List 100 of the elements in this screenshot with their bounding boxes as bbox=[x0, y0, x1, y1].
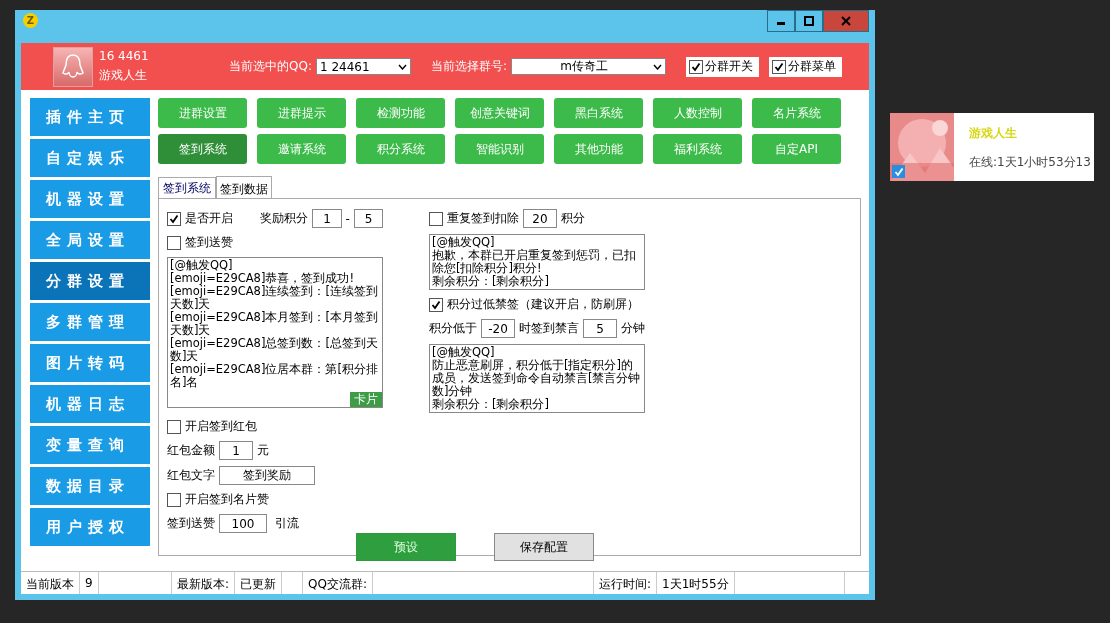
likes-label: 签到送赞 bbox=[167, 515, 215, 532]
option-label: 是否开启 bbox=[185, 210, 233, 227]
message-line: 剩余积分：[剩余积分] bbox=[432, 275, 550, 288]
module-button[interactable]: 名片系统 bbox=[752, 98, 841, 128]
message-line: [@触发QQ] bbox=[432, 346, 496, 359]
avatar-icon bbox=[53, 46, 93, 87]
message-line: [emoji=E29CA8]本月签到：[本月签到天数]天 bbox=[170, 311, 379, 337]
module-button[interactable]: 邀请系统 bbox=[257, 134, 346, 164]
input-field[interactable]: 1 bbox=[312, 209, 342, 228]
option-label: 开启签到名片赞 bbox=[185, 491, 269, 508]
reward-label: 奖励积分 bbox=[260, 210, 309, 227]
module-button[interactable]: 自定API bbox=[752, 134, 841, 164]
option-label: 开启签到红包 bbox=[185, 418, 257, 435]
option-label: 积分过低禁签（建议开启，防刷屏） bbox=[447, 296, 639, 313]
tab[interactable]: 签到系统 bbox=[158, 177, 216, 199]
module-button[interactable]: 其他功能 bbox=[554, 134, 643, 164]
option-label: 重复签到扣除 bbox=[447, 210, 519, 227]
checkbox[interactable] bbox=[429, 211, 443, 226]
close-icon bbox=[841, 16, 851, 26]
checkbox[interactable] bbox=[772, 59, 786, 74]
checkbox[interactable] bbox=[429, 297, 443, 312]
message-field[interactable]: [@触发QQ] [emoji=E29CA8]恭喜，签到成功! [emoji=E29CA8]连续签到：[连续签到天数]天 [emoji=E29CA8]本月签到：[本月签到天数]天 [emoji=E29CA8]总签到数：[总签到天数]天 [emoji=E29CA8]位居本群：第[积分排名]名 卡片 bbox=[167, 257, 383, 408]
unit-label: 分钟 bbox=[621, 320, 645, 337]
sidebar-item[interactable]: 全局设置 bbox=[30, 221, 150, 259]
input-field[interactable]: 20 bbox=[523, 209, 557, 228]
module-button[interactable]: 进群提示 bbox=[257, 98, 346, 128]
module-button[interactable]: 签到系统 bbox=[158, 134, 247, 164]
message-line: 抱歉，本群已开启重复签到惩罚，已扣除您[扣除积分]积分! bbox=[432, 249, 637, 275]
low-label: 积分低于 bbox=[429, 320, 477, 337]
tab[interactable]: 签到数据 bbox=[216, 176, 272, 199]
sidebar-item[interactable]: 数据目录 bbox=[30, 467, 150, 505]
status-label: 运行时间: bbox=[594, 572, 658, 594]
input-field[interactable]: 1 bbox=[219, 441, 253, 460]
text-label: 红包文字 bbox=[167, 467, 215, 484]
module-button[interactable]: 检测功能 bbox=[356, 98, 445, 128]
status-label: QQ交流群: bbox=[303, 572, 373, 594]
message-line: [@触发QQ] bbox=[432, 236, 496, 249]
sidebar-item[interactable]: 图片转码 bbox=[30, 344, 150, 382]
checkbox[interactable] bbox=[689, 59, 703, 74]
checkbox[interactable] bbox=[167, 419, 181, 434]
status-label: 最新版本: bbox=[172, 572, 236, 594]
status-value: 已更新 bbox=[235, 572, 283, 594]
message-field[interactable]: [@触发QQ] 抱歉，本群已开启重复签到惩罚，已扣除您[扣除积分]积分! 剩余积分：[剩余积分] bbox=[429, 234, 645, 290]
checkbox[interactable] bbox=[892, 165, 905, 178]
mute-label: 时签到禁言 bbox=[519, 320, 579, 337]
sidebar-item[interactable]: 多群管理 bbox=[30, 303, 150, 341]
module-button[interactable]: 进群设置 bbox=[158, 98, 247, 128]
module-button[interactable]: 人数控制 bbox=[653, 98, 742, 128]
input-field[interactable]: 5 bbox=[583, 319, 617, 338]
checkbox[interactable] bbox=[167, 235, 181, 250]
app-logo-icon: Z bbox=[23, 13, 38, 28]
toggle-label: 分群开关 bbox=[705, 58, 753, 75]
message-line: 剩余积分：[剩余积分] bbox=[432, 398, 550, 411]
minimize-button[interactable] bbox=[767, 10, 795, 32]
unit-label: 积分 bbox=[561, 210, 585, 227]
online-status: 在线:1天1小时53分13 bbox=[969, 154, 1091, 171]
message-field[interactable]: [@触发QQ] 防止恶意刷屏，积分低于[指定积分]的成员，发送签到命令自动禁言[禁言分钟数]分钟 剩余积分：[剩余积分] bbox=[429, 344, 645, 413]
save-button[interactable]: 保存配置 bbox=[493, 533, 594, 561]
maximize-button[interactable] bbox=[795, 10, 823, 32]
module-button[interactable]: 积分系统 bbox=[356, 134, 445, 164]
group-label: 当前选择群号: bbox=[430, 58, 507, 75]
message-line: [emoji=E29CA8]位居本群：第[积分排名]名 bbox=[170, 363, 379, 389]
dash: - bbox=[345, 211, 350, 226]
preset-button[interactable]: 预设 bbox=[355, 533, 456, 561]
message-line: 防止恶意刷屏，积分低于[指定积分]的成员，发送签到命令自动禁言[禁言分钟数]分钟 bbox=[432, 359, 642, 398]
input-field[interactable]: 签到奖励 bbox=[219, 466, 315, 485]
unit-label: 元 bbox=[257, 442, 269, 459]
sidebar-item[interactable]: 分群设置 bbox=[30, 262, 150, 300]
message-line: [emoji=E29CA8]恭喜，签到成功! bbox=[170, 272, 355, 285]
close-button[interactable] bbox=[823, 10, 869, 32]
qq-dropdown[interactable]: 1 24461 bbox=[315, 58, 411, 75]
checkbox[interactable] bbox=[167, 492, 181, 507]
qq-number: 16 4461 bbox=[99, 49, 150, 63]
toggle-label: 分群菜单 bbox=[788, 58, 836, 75]
module-button[interactable]: 黑白系统 bbox=[554, 98, 643, 128]
module-button[interactable]: 创意关键词 bbox=[455, 98, 544, 128]
input-field[interactable]: 5 bbox=[353, 209, 383, 228]
sidebar-item[interactable]: 机器设置 bbox=[30, 180, 150, 218]
message-line: [emoji=E29CA8]连续签到：[连续签到天数]天 bbox=[170, 285, 379, 311]
sidebar-item[interactable]: 机器日志 bbox=[30, 385, 150, 423]
checkbox[interactable] bbox=[167, 211, 181, 226]
option-label: 签到送赞 bbox=[185, 234, 233, 251]
nickname: 游戏人生 bbox=[99, 67, 148, 84]
input-field[interactable]: 100 bbox=[219, 514, 267, 533]
status-value: 9 bbox=[80, 572, 99, 594]
module-button[interactable]: 福利系统 bbox=[653, 134, 742, 164]
sidebar-item[interactable]: 插件主页 bbox=[30, 98, 150, 136]
selected-qq-label: 当前选中的QQ: bbox=[229, 58, 312, 75]
group-dropdown[interactable]: m传奇工 bbox=[511, 58, 666, 75]
amount-label: 红包金额 bbox=[167, 442, 215, 459]
sidebar-item[interactable]: 用户授权 bbox=[30, 508, 150, 546]
card-tag: 卡片 bbox=[350, 392, 382, 407]
module-button[interactable]: 智能识别 bbox=[455, 134, 544, 164]
sidebar-item[interactable]: 变量查询 bbox=[30, 426, 150, 464]
status-label: 当前版本 bbox=[21, 572, 80, 594]
sidebar-item[interactable]: 自定娱乐 bbox=[30, 139, 150, 177]
maximize-icon bbox=[804, 16, 814, 26]
contact-name: 游戏人生 bbox=[969, 125, 1018, 142]
input-field[interactable]: -20 bbox=[481, 319, 515, 338]
status-value: 1天1时55分 bbox=[657, 572, 735, 594]
